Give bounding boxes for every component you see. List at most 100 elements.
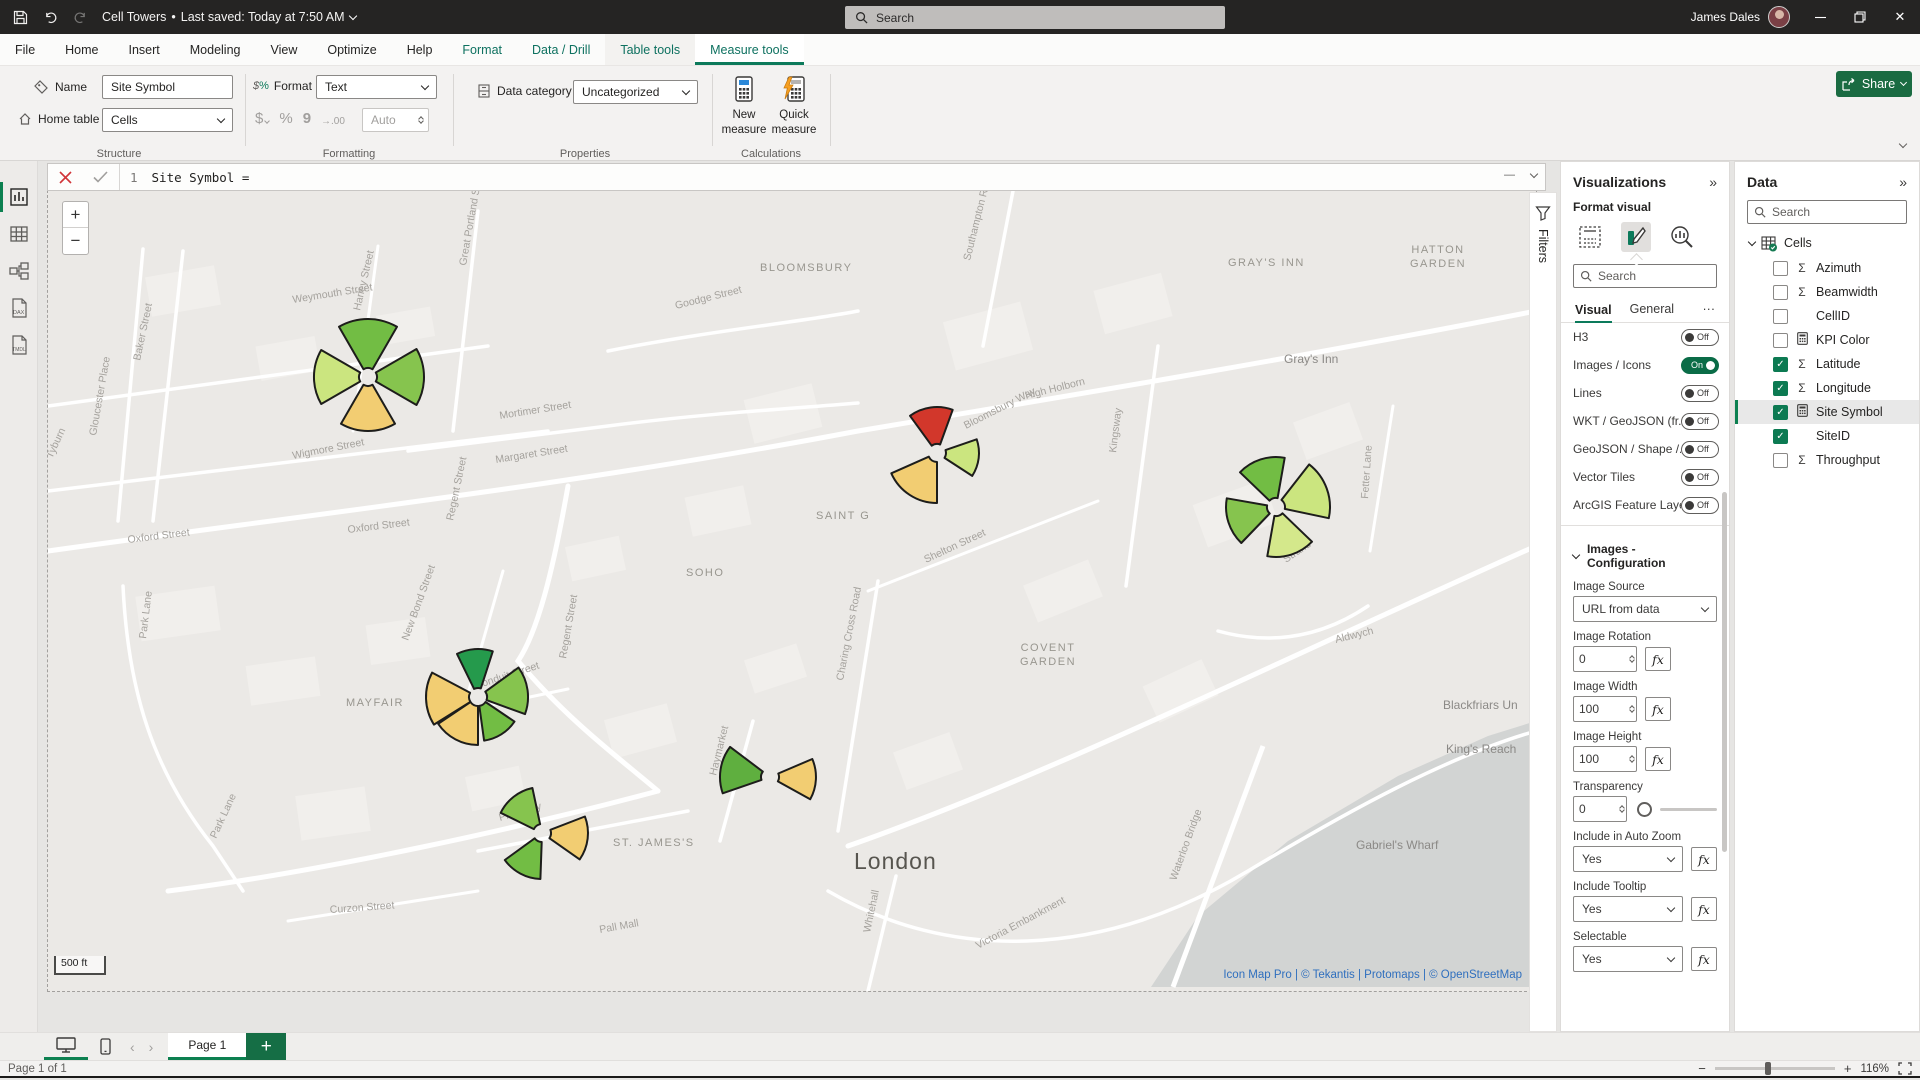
menu-tab-home[interactable]: Home <box>50 34 113 65</box>
checkbox-azimuth[interactable] <box>1773 261 1788 276</box>
save-icon[interactable] <box>10 7 30 27</box>
avatar[interactable] <box>1768 6 1790 28</box>
toggle-images-icons[interactable]: On <box>1681 357 1719 374</box>
redo-icon[interactable] <box>70 7 90 27</box>
table-view-icon[interactable] <box>8 223 30 245</box>
images-configuration-section[interactable]: Images - Configuration <box>1561 532 1729 572</box>
zoom-in-icon[interactable]: + <box>1844 1061 1852 1076</box>
data-category-dropdown[interactable]: Uncategorized <box>573 80 698 104</box>
share-button[interactable]: Share <box>1836 71 1912 97</box>
checkbox-throughput[interactable] <box>1773 453 1788 468</box>
tab-more-options[interactable]: ··· <box>1703 302 1716 316</box>
dropdown-include-tooltip[interactable]: Yes <box>1573 896 1683 922</box>
menu-tab-format[interactable]: Format <box>447 34 517 65</box>
fx-button-include-tooltip[interactable]: fx <box>1691 897 1717 921</box>
format-visual-icon[interactable] <box>1621 222 1651 252</box>
collapse-pane-icon[interactable]: » <box>1899 174 1907 190</box>
close-button[interactable]: ✕ <box>1880 0 1920 34</box>
checkbox-site-symbol[interactable]: ✓ <box>1773 405 1788 420</box>
field-row-kpi-color[interactable]: KPI Color <box>1735 328 1919 352</box>
map-zoom-in-button[interactable]: + <box>63 202 88 228</box>
home-table-dropdown[interactable]: Cells <box>102 108 233 132</box>
decimal-auto-stepper[interactable]: Auto <box>362 108 429 132</box>
dollar-icon[interactable]: $ <box>255 110 269 127</box>
toggle-wkt-geojson-fr-[interactable]: Off <box>1681 413 1719 430</box>
stepper-transparency[interactable]: 0 <box>1573 796 1627 822</box>
menu-tab-help[interactable]: Help <box>392 34 448 65</box>
tab-general[interactable]: General <box>1630 302 1674 316</box>
stepper-image-width[interactable]: 100 <box>1573 696 1637 722</box>
menu-tab-measure-tools[interactable]: Measure tools <box>695 34 804 65</box>
document-title[interactable]: Cell Towers• Last saved: Today at 7:50 A… <box>102 10 356 24</box>
model-view-icon[interactable] <box>8 260 30 282</box>
expand-table-chevron-icon[interactable] <box>1748 237 1756 245</box>
menu-tab-table-tools[interactable]: Table tools <box>605 34 695 65</box>
formula-bar[interactable]: 1 Site Symbol = — <box>47 163 1546 191</box>
map-zoom-out-button[interactable]: − <box>63 228 88 254</box>
icon-map-visual[interactable]: Weymouth StreetGoodge StreetGreat Portla… <box>47 190 1537 992</box>
fx-button-image-rotation[interactable]: fx <box>1645 647 1671 671</box>
map[interactable]: Weymouth StreetGoodge StreetGreat Portla… <box>48 191 1536 991</box>
next-page-arrow-icon[interactable]: › <box>142 1033 161 1060</box>
menu-tab-modeling[interactable]: Modeling <box>175 34 256 65</box>
decimal-places-icon[interactable]: →.00 <box>321 116 345 127</box>
fit-to-page-icon[interactable] <box>1898 1062 1912 1075</box>
toggle-geojson-shape-[interactable]: Off <box>1681 441 1719 458</box>
filters-pane-collapsed[interactable]: Filters <box>1529 192 1557 1032</box>
dropdown-image-source[interactable]: URL from data <box>1573 596 1717 622</box>
checkbox-siteid[interactable]: ✓ <box>1773 429 1788 444</box>
field-row-throughput[interactable]: ΣThroughput <box>1735 448 1919 472</box>
restore-button[interactable] <box>1840 0 1880 34</box>
tmdl-view-icon[interactable]: TMDL <box>8 334 30 356</box>
format-search-input[interactable]: Search <box>1573 264 1717 288</box>
mobile-layout-icon[interactable] <box>88 1033 123 1060</box>
field-row-siteid[interactable]: ✓SiteID <box>1735 424 1919 448</box>
collapse-pane-icon[interactable]: » <box>1709 174 1717 190</box>
quick-measure-button[interactable]: Quick measure <box>762 76 826 139</box>
previous-page-arrow-icon[interactable]: ‹ <box>123 1033 142 1060</box>
checkbox-longitude[interactable]: ✓ <box>1773 381 1788 396</box>
expand-formula-bar-chevron-icon[interactable] <box>1530 170 1538 178</box>
dax-query-view-icon[interactable]: DAX <box>8 297 30 319</box>
zoom-slider[interactable] <box>1715 1067 1835 1070</box>
fx-button-image-height[interactable]: fx <box>1645 747 1671 771</box>
fx-button-selectable[interactable]: fx <box>1691 947 1717 971</box>
toggle-lines[interactable]: Off <box>1681 385 1719 402</box>
checkbox-cellid[interactable] <box>1773 309 1788 324</box>
account-area[interactable]: James Dales <box>1691 0 1790 34</box>
measure-name-input[interactable]: Site Symbol <box>102 75 233 99</box>
undo-icon[interactable] <box>40 7 60 27</box>
menu-tab-optimize[interactable]: Optimize <box>312 34 391 65</box>
commit-formula-icon[interactable] <box>93 171 108 183</box>
report-view-icon[interactable] <box>8 186 30 208</box>
dax-formula-input[interactable]: 1 Site Symbol = <box>130 170 249 185</box>
field-row-beamwidth[interactable]: ΣBeamwidth <box>1735 280 1919 304</box>
analytics-icon[interactable] <box>1667 222 1697 252</box>
field-row-latitude[interactable]: ✓ΣLatitude <box>1735 352 1919 376</box>
menu-tab-view[interactable]: View <box>256 34 313 65</box>
field-row-cellid[interactable]: CellID <box>1735 304 1919 328</box>
stepper-image-rotation[interactable]: 0 <box>1573 646 1637 672</box>
field-row-longitude[interactable]: ✓ΣLongitude <box>1735 376 1919 400</box>
collapse-ribbon-chevron-icon[interactable] <box>1899 140 1907 148</box>
minimize-button[interactable] <box>1800 0 1840 34</box>
table-cells-row[interactable]: Cells <box>1735 230 1919 256</box>
checkbox-kpi-color[interactable] <box>1773 333 1788 348</box>
toggle-h3[interactable]: Off <box>1681 329 1719 346</box>
percent-icon[interactable]: % <box>279 110 292 127</box>
tab-visual[interactable]: Visual <box>1575 303 1612 323</box>
data-search-input[interactable]: Search <box>1747 200 1907 224</box>
pane-scrollbar[interactable] <box>1722 492 1727 852</box>
menu-tab-data-drill[interactable]: Data / Drill <box>517 34 605 65</box>
slider-knob-transparency[interactable] <box>1637 802 1652 817</box>
menu-tab-file[interactable]: File <box>0 34 50 65</box>
map-attribution[interactable]: Icon Map Pro | © Tekantis | Protomaps | … <box>1223 969 1522 981</box>
checkbox-beamwidth[interactable] <box>1773 285 1788 300</box>
checkbox-latitude[interactable]: ✓ <box>1773 357 1788 372</box>
page-tab[interactable]: Page 1 <box>168 1033 246 1060</box>
format-dropdown[interactable]: Text <box>316 75 437 99</box>
menu-tab-insert[interactable]: Insert <box>114 34 175 65</box>
global-search-input[interactable]: Search <box>845 6 1225 29</box>
cancel-formula-icon[interactable] <box>59 171 72 184</box>
slider-track-transparency[interactable] <box>1660 808 1717 811</box>
